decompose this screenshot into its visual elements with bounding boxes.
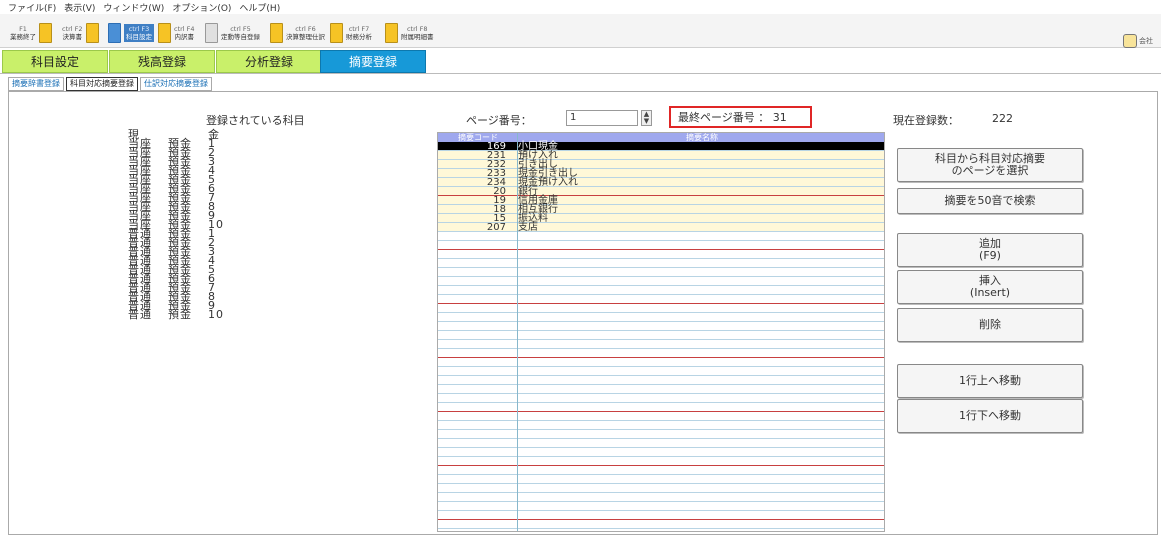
insert-button[interactable]: 挿入 (Insert): [897, 270, 1083, 304]
grid-row[interactable]: [438, 367, 884, 376]
grid-row[interactable]: [438, 466, 884, 475]
exit-icon: [39, 23, 52, 43]
grid-row[interactable]: [438, 304, 884, 313]
subtab-summary-dictionary[interactable]: 摘要辞書登録: [8, 77, 64, 91]
grid-row[interactable]: [438, 322, 884, 331]
grid-row[interactable]: [438, 403, 884, 412]
grid-row[interactable]: [438, 376, 884, 385]
journal-icon: [270, 23, 283, 43]
grid-row[interactable]: [438, 232, 884, 241]
toolbar-exit[interactable]: F1 業務終了: [10, 21, 52, 45]
grid-row[interactable]: [438, 430, 884, 439]
grid-row[interactable]: [438, 241, 884, 250]
grid-row[interactable]: [438, 295, 884, 304]
toolbar-journal[interactable]: ctrl F6 決算整理仕訳: [270, 21, 325, 45]
main-tabs: 科目設定 残高登録 分析登録 摘要登録: [0, 48, 1161, 74]
analysis-icon: [330, 23, 343, 43]
menu-bar: ファイル(F) 表示(V) ウィンドウ(W) オプション(O) ヘルプ(H): [0, 0, 1161, 14]
grid-row[interactable]: [438, 457, 884, 466]
toolbar-statement[interactable]: ctrl F2 決算書: [62, 21, 99, 45]
move-up-button[interactable]: 1行上へ移動: [897, 364, 1083, 398]
grid-row[interactable]: [438, 286, 884, 295]
toolbar-schedule[interactable]: ctrl F8 附属明細書: [385, 21, 434, 45]
menu-window[interactable]: ウィンドウ(W): [103, 1, 164, 14]
tab-analysis-registration[interactable]: 分析登録: [216, 50, 322, 73]
toolbar-analysis[interactable]: ctrl F7 財務分析: [330, 21, 372, 45]
summary-name: 支店: [518, 222, 538, 233]
grid-row[interactable]: [438, 277, 884, 286]
subject-kind: 預金: [168, 308, 192, 321]
toolbar: F1 業務終了 ctrl F2 決算書 ctrl F3 科目設定 ctrl F4 内訳書…: [0, 14, 1161, 48]
toolbar-subject-settings[interactable]: ctrl F3 科目設定: [108, 21, 154, 45]
grid-row[interactable]: [438, 349, 884, 358]
grid-row[interactable]: [438, 313, 884, 322]
grid-row[interactable]: [438, 331, 884, 340]
menu-options[interactable]: オプション(O): [172, 1, 231, 14]
main-panel: 登録されている科目 現金当座 預金 1 当座 預金 2 当座 預金 3 当座 預金 4 当座 預金 5 当座預…: [8, 91, 1158, 535]
page-number-input[interactable]: 1: [566, 110, 638, 126]
grid-row[interactable]: 207 支店: [438, 222, 884, 233]
grid-row[interactable]: [438, 340, 884, 349]
grid-row[interactable]: [438, 484, 884, 493]
grid-row[interactable]: [438, 421, 884, 430]
schedule-icon: [385, 23, 398, 43]
subject-settings-icon: [108, 23, 121, 43]
sub-tabs: 摘要辞書登録 科目対応摘要登録 仕訳対応摘要登録: [8, 77, 212, 91]
tab-subject-settings[interactable]: 科目設定: [2, 50, 108, 73]
subtab-journal-summary[interactable]: 仕訳対応摘要登録: [140, 77, 212, 91]
header-name: 摘要名称: [686, 133, 718, 142]
grid-row[interactable]: [438, 412, 884, 421]
select-by-subject-button[interactable]: 科目から科目対応摘要 のページを選択: [897, 148, 1083, 182]
grid-row[interactable]: [438, 502, 884, 511]
breakdown-icon: [158, 23, 171, 43]
summary-code: 207: [486, 222, 506, 233]
registration-icon: [205, 23, 218, 43]
subject-list-item: 普通 預金 10: [128, 308, 248, 321]
subtab-subject-summary[interactable]: 科目対応摘要登録: [66, 77, 138, 91]
delete-button[interactable]: 削除: [897, 308, 1083, 342]
company-button[interactable]: 会社: [1123, 34, 1153, 48]
statement-icon: [85, 23, 99, 43]
toolbar-breakdown[interactable]: ctrl F4 内訳書: [158, 21, 195, 45]
move-down-button[interactable]: 1行下へ移動: [897, 399, 1083, 433]
grid-row[interactable]: [438, 268, 884, 277]
registered-subjects-label: 登録されている科目: [206, 114, 305, 127]
grid-row[interactable]: [438, 394, 884, 403]
tab-summary-registration[interactable]: 摘要登録: [320, 50, 426, 73]
grid-row[interactable]: [438, 385, 884, 394]
grid-row[interactable]: [438, 358, 884, 367]
current-count-value: 222: [992, 112, 1013, 125]
search-50-button[interactable]: 摘要を50音で検索: [897, 188, 1083, 214]
subject-name: 普通: [128, 308, 152, 321]
grid-row[interactable]: [438, 439, 884, 448]
menu-view[interactable]: 表示(V): [64, 1, 95, 14]
tab-balance-registration[interactable]: 残高登録: [109, 50, 215, 73]
add-button[interactable]: 追加 (F9): [897, 233, 1083, 267]
grid-divider: [517, 133, 518, 531]
toolbar-registration[interactable]: ctrl F5 定動等自登録: [205, 21, 260, 45]
subject-num: 10: [208, 308, 224, 321]
summary-grid[interactable]: 摘要コード 摘要名称 169 小口現金 231 預け入れ 232 引き出し 233 現金引き出…: [437, 132, 885, 532]
subject-list: 現金当座 預金 1 当座 預金 2 当座 預金 3 当座 預金 4 当座 預金 5 当座 預金 6 当座 預金 7 当座預…: [128, 129, 248, 321]
company-icon: [1123, 34, 1137, 48]
grid-row[interactable]: [438, 511, 884, 520]
grid-row[interactable]: [438, 448, 884, 457]
current-count-label: 現在登録数：: [893, 114, 959, 127]
grid-row[interactable]: [438, 250, 884, 259]
grid-row[interactable]: [438, 493, 884, 502]
header-code: 摘要コード: [458, 133, 498, 142]
last-page-number: 最終ページ番号 ： 31: [669, 106, 812, 128]
menu-file[interactable]: ファイル(F): [8, 1, 56, 14]
grid-row[interactable]: [438, 475, 884, 484]
page-number-label: ページ番号：: [466, 114, 532, 127]
menu-help[interactable]: ヘルプ(H): [239, 1, 280, 14]
page-spinner[interactable]: ▲ ▼: [641, 110, 652, 126]
grid-row[interactable]: [438, 520, 884, 529]
grid-row[interactable]: [438, 259, 884, 268]
